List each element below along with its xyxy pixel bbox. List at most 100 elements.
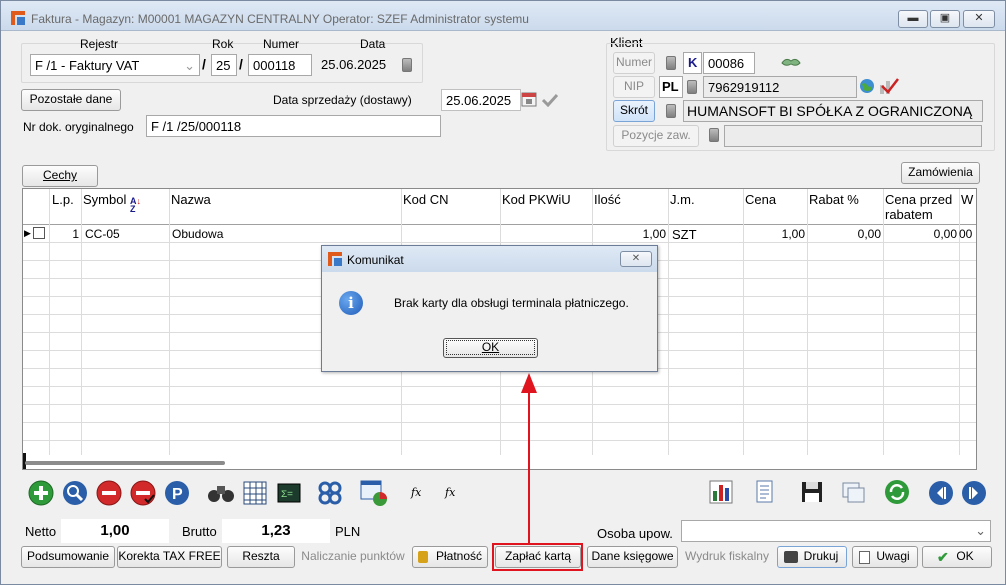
handshake-icon[interactable] xyxy=(780,54,802,70)
skrot-field[interactable]: HUMANSOFT BI SPÓŁKA Z OGRANICZONĄ xyxy=(683,100,983,122)
rok-label: Rok xyxy=(212,37,234,51)
save-icon[interactable] xyxy=(799,479,825,505)
cell-ilosc: 1,00 xyxy=(642,227,666,241)
podsumowanie-button[interactable]: Podsumowanie xyxy=(21,546,115,568)
window-chart-icon[interactable] xyxy=(359,478,389,508)
column-header-kod-pkwiu[interactable]: Kod PKWiU xyxy=(500,192,571,226)
ok-button[interactable]: ✔ OK xyxy=(922,546,992,568)
brutto-value: 1,23 xyxy=(222,519,330,543)
minimize-button[interactable]: ▬ xyxy=(898,10,928,28)
function-icon[interactable]: fx xyxy=(411,486,421,499)
search-icon[interactable] xyxy=(62,480,88,506)
korekta-tax-free-button[interactable]: Korekta TAX FREE xyxy=(117,546,222,568)
column-header-w[interactable]: W xyxy=(959,192,973,226)
nip-button[interactable]: NIP xyxy=(613,76,655,98)
table-row[interactable]: ▶ 1 CC-05 Obudowa 1,00 SZT 1,00 0,00 0,0… xyxy=(23,225,976,242)
maximize-button[interactable]: ▣ xyxy=(930,10,960,28)
refresh-icon[interactable] xyxy=(884,479,910,505)
pozycje-zaw-field[interactable] xyxy=(724,125,982,147)
cell-symbol: CC-05 xyxy=(85,227,120,241)
column-header-jm[interactable]: J.m. xyxy=(668,192,695,226)
ok-label: OK xyxy=(956,549,974,563)
close-window-button[interactable]: ✕ xyxy=(963,10,995,28)
globe-icon[interactable] xyxy=(859,78,875,94)
column-header-ilosc[interactable]: Ilość xyxy=(592,192,621,226)
binoculars-icon[interactable] xyxy=(206,480,236,506)
next-icon[interactable] xyxy=(961,480,987,506)
nr-dok-label: Nr dok. oryginalnego xyxy=(23,120,134,134)
calendar-icon[interactable] xyxy=(521,91,537,107)
netto-value: 1,00 xyxy=(61,519,169,543)
calculator-sum-icon[interactable]: Σ= xyxy=(276,480,302,506)
uwagi-button[interactable]: Uwagi xyxy=(852,546,918,568)
reszta-button[interactable]: Reszta xyxy=(227,546,295,568)
horizontal-scrollbar[interactable] xyxy=(25,461,225,465)
delete-checked-icon[interactable] xyxy=(130,480,156,506)
p-circle-icon[interactable]: P xyxy=(164,480,190,506)
lookup-icon[interactable] xyxy=(666,104,676,118)
cell-rabat: 0,00 xyxy=(857,227,881,241)
highlight-box xyxy=(492,543,583,571)
data-sprzedazy-field[interactable]: 25.06.2025 xyxy=(441,89,521,111)
skrot-button[interactable]: Skrót xyxy=(613,100,655,122)
cechy-button[interactable]: Cechy xyxy=(22,165,98,187)
numer-button[interactable]: Numer xyxy=(613,52,655,74)
column-header-symbol[interactable]: Symbol xyxy=(81,192,126,226)
column-header-cena[interactable]: Cena xyxy=(743,192,776,226)
delete-icon[interactable] xyxy=(96,480,122,506)
title-bar: Faktura - Magazyn: M00001 MAGAZYN CENTRA… xyxy=(1,1,1005,31)
chart-check-icon[interactable] xyxy=(878,77,900,95)
column-header-lp[interactable]: L.p. xyxy=(50,192,74,226)
row-checkbox[interactable] xyxy=(33,227,45,239)
lookup-icon[interactable] xyxy=(666,56,676,70)
note-icon xyxy=(859,551,870,564)
bar-chart-icon[interactable] xyxy=(708,479,734,505)
pozostale-dane-button[interactable]: Pozostałe dane xyxy=(21,89,121,111)
column-header-cena-przed-rabatem[interactable]: Cena przed rabatem xyxy=(883,192,959,226)
lookup-icon[interactable] xyxy=(709,128,719,142)
previous-icon[interactable] xyxy=(928,480,954,506)
calendar-icon[interactable] xyxy=(402,58,412,72)
coins-icon xyxy=(418,551,428,563)
osoba-upow-label: Osoba upow. xyxy=(597,526,673,541)
osoba-upow-select[interactable]: ⌄ xyxy=(681,520,991,542)
gears-icon[interactable] xyxy=(317,480,343,506)
sort-az-icon[interactable]: A↓ Z xyxy=(130,197,142,214)
cell-cena-przed: 0,00 xyxy=(933,227,957,241)
drukuj-label: Drukuj xyxy=(803,549,839,563)
drukuj-button[interactable]: Drukuj xyxy=(777,546,847,568)
pozycje-zaw-button[interactable]: Pozycje zaw. xyxy=(613,125,699,147)
dane-ksiegowe-button[interactable]: Dane księgowe xyxy=(587,546,678,568)
column-header-nazwa[interactable]: Nazwa xyxy=(169,192,211,226)
document-list-icon[interactable] xyxy=(751,479,777,505)
rok-field[interactable]: 25 xyxy=(211,54,237,76)
red-arrow-annotation xyxy=(521,373,537,545)
numer-field[interactable]: 000118 xyxy=(248,54,312,76)
column-header-rabat[interactable]: Rabat % xyxy=(807,192,859,226)
uwagi-label: Uwagi xyxy=(876,549,910,563)
lookup-icon[interactable] xyxy=(687,80,697,94)
client-number-field[interactable]: 00086 xyxy=(703,52,755,74)
naliczanie-punktow-button[interactable]: Naliczanie punktów xyxy=(297,546,409,568)
zamowienia-button[interactable]: Zamówienia xyxy=(901,162,980,184)
dialog-ok-button[interactable]: OK xyxy=(443,338,538,358)
app-logo-icon xyxy=(328,252,342,266)
rejestr-select[interactable]: F /1 - Faktury VAT ⌄ xyxy=(30,54,200,76)
komunikat-dialog: Komunikat ✕ i Brak karty dla obsługi ter… xyxy=(321,245,658,372)
add-icon[interactable] xyxy=(28,480,54,506)
column-header-kod-cn[interactable]: Kod CN xyxy=(401,192,449,226)
copy-windows-icon[interactable] xyxy=(841,479,867,505)
table-grid-icon[interactable] xyxy=(242,480,268,506)
nip-field[interactable]: 7962919112 xyxy=(703,76,857,98)
chevron-down-icon: ⌄ xyxy=(184,58,195,73)
platnosc-button[interactable]: Płatność xyxy=(412,546,488,568)
nr-dok-field[interactable]: F /1 /25/000118 xyxy=(146,115,441,137)
dialog-title: Komunikat xyxy=(347,253,404,267)
checkmark-icon[interactable] xyxy=(541,93,559,107)
dialog-close-button[interactable]: ✕ xyxy=(620,251,652,267)
app-logo-icon xyxy=(11,11,25,25)
wydruk-fiskalny-button[interactable]: Wydruk fiskalny xyxy=(681,546,773,568)
dialog-message: Brak karty dla obsługi terminala płatnic… xyxy=(394,296,629,310)
function-icon[interactable]: fx xyxy=(445,486,455,499)
country-code-field[interactable]: PL xyxy=(659,76,683,98)
